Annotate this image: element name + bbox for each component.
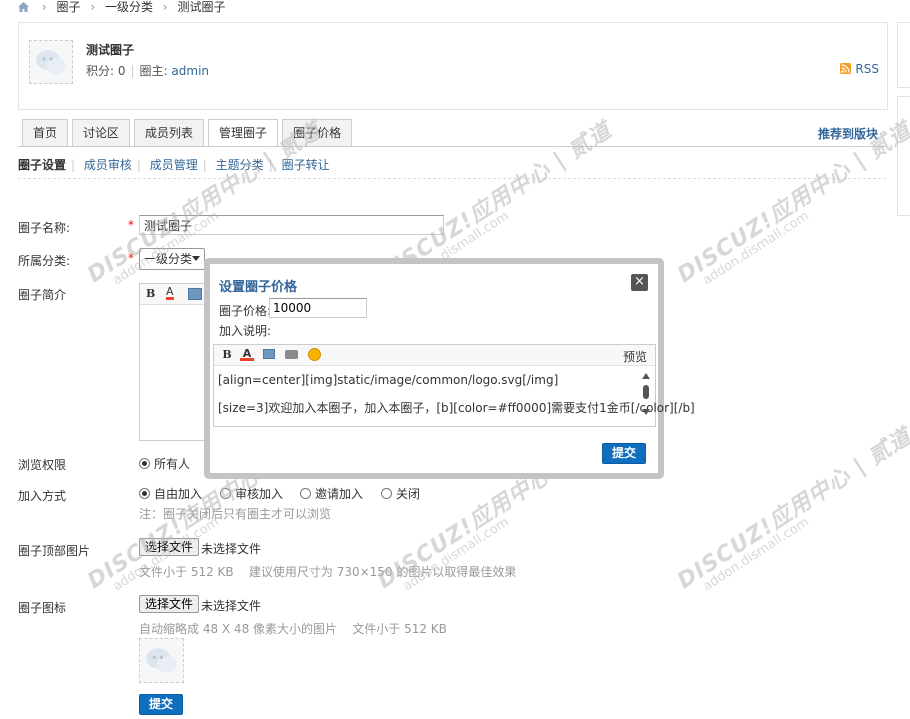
tab-discussion[interactable]: 讨论区	[72, 119, 131, 146]
desc-scrollbar[interactable]	[641, 373, 651, 415]
group-avatar	[29, 40, 73, 84]
group-header: 测试圈子 积分: 0 | 圈主: admin RSS	[18, 22, 888, 110]
icon-file-button[interactable]: 选择文件	[139, 595, 200, 613]
join-option-label: 自由加入	[154, 487, 203, 501]
close-icon[interactable]: ×	[631, 274, 648, 291]
browse-label: 浏览权限	[18, 458, 67, 472]
group-name-input[interactable]: 测试圈子	[139, 215, 444, 235]
subnav-divider	[18, 178, 886, 179]
group-icon-preview	[139, 638, 184, 683]
tab-home[interactable]: 首页	[22, 119, 69, 146]
join-label: 加入方式	[18, 489, 67, 503]
rss-icon	[840, 63, 852, 74]
price-dialog-body: 设置圈子价格 × 圈子价格: 10000 加入说明: B A 预览 [align…	[210, 264, 695, 473]
breadcrumb: › 圈子 › 一级分类 › 测试圈子	[18, 0, 225, 16]
tab-manage[interactable]: 管理圈子	[208, 119, 279, 147]
desc-editor-toolbar: B A 预览	[214, 345, 655, 366]
bold-icon[interactable]: B	[220, 348, 234, 361]
breadcrumb-item-current[interactable]: 测试圈子	[177, 0, 225, 14]
recommend-link[interactable]: 推荐到版块	[818, 125, 878, 142]
home-icon[interactable]	[18, 1, 29, 12]
smiley-icon[interactable]	[308, 348, 321, 361]
radio-icon	[300, 488, 311, 499]
manage-subnav: 圈子设置 | 成员审核 | 成员管理 | 主题分类 | 圈子转让	[18, 158, 330, 172]
category-label: 所属分类:	[18, 254, 71, 268]
scroll-up-icon[interactable]	[642, 373, 650, 379]
desc-line: [align=center][img]static/image/common/l…	[218, 373, 559, 387]
price-input[interactable]: 10000	[269, 298, 367, 318]
subnav-transfer[interactable]: 圈子转让	[282, 158, 330, 172]
watermark: DISCUZ!应用中心 | 贰道 addon.dismall.com	[673, 423, 910, 595]
breadcrumb-item-category[interactable]: 一级分类	[105, 0, 153, 14]
side-panel	[897, 22, 910, 88]
image-icon[interactable]	[188, 288, 202, 300]
image-icon[interactable]	[263, 349, 275, 359]
breadcrumb-item-groups[interactable]: 圈子	[56, 0, 80, 14]
intro-label: 圈子简介	[18, 288, 67, 302]
subnav-settings[interactable]: 圈子设置	[18, 158, 66, 172]
banner-note: 文件小于 512 KB 建议使用尺寸为 730×150 的图片以取得最佳效果	[139, 565, 517, 579]
group-owner-link[interactable]: admin	[171, 64, 209, 78]
join-option-label: 关闭	[396, 487, 421, 501]
icon-label: 圈子图标	[18, 601, 67, 615]
browse-option-all[interactable]: 所有人	[139, 455, 190, 472]
desc-editor-content[interactable]: [align=center][img]static/image/common/l…	[218, 373, 695, 429]
radio-icon	[139, 488, 150, 499]
icon-file-status: 未选择文件	[201, 599, 262, 613]
tab-price[interactable]: 圈子价格	[282, 119, 353, 146]
join-option-free[interactable]: 自由加入	[139, 485, 202, 502]
radio-icon	[139, 458, 150, 469]
join-note: 注：圈子关闭后只有圈主才可以浏览	[139, 507, 332, 521]
join-option-label: 邀请加入	[315, 487, 364, 501]
desc-editor[interactable]: B A 预览 [align=center][img]static/image/c…	[213, 344, 695, 427]
group-title: 测试圈子	[86, 43, 135, 57]
banner-file-status: 未选择文件	[201, 542, 262, 556]
side-panel	[897, 96, 910, 216]
desc-line: [size=3]欢迎加入本圈子，加入本圈子，[b][color=#ff0000]…	[218, 401, 695, 415]
group-tabs: 首页 讨论区 成员列表 管理圈子 圈子价格	[22, 119, 356, 147]
dialog-title: 设置圈子价格	[219, 280, 298, 295]
dialog-submit-button[interactable]: 提交	[601, 443, 646, 464]
rss-label: RSS	[855, 62, 879, 76]
scroll-down-icon[interactable]	[642, 409, 650, 415]
group-points: 积分: 0	[86, 64, 126, 78]
preview-button[interactable]: 预览	[623, 348, 647, 365]
form-submit-button[interactable]: 提交	[139, 694, 184, 715]
chevron-down-icon	[192, 256, 200, 261]
radio-icon	[220, 488, 231, 499]
font-color-icon[interactable]: A	[166, 286, 174, 300]
font-color-icon[interactable]: A	[240, 348, 254, 361]
required-mark: *	[128, 251, 134, 265]
price-label: 圈子价格:	[219, 304, 272, 318]
link-icon[interactable]	[285, 350, 298, 359]
join-option-review[interactable]: 审核加入	[220, 485, 283, 502]
join-option-label: 审核加入	[235, 487, 284, 501]
bold-icon[interactable]: B	[146, 287, 155, 300]
name-label: 圈子名称:	[18, 221, 71, 235]
banner-label: 圈子顶部图片	[18, 544, 91, 558]
tab-members[interactable]: 成员列表	[134, 119, 205, 146]
join-option-invite[interactable]: 邀请加入	[300, 485, 363, 502]
subnav-review[interactable]: 成员审核	[84, 158, 132, 172]
price-dialog: 设置圈子价格 × 圈子价格: 10000 加入说明: B A 预览 [align…	[204, 258, 695, 479]
tab-divider	[18, 146, 886, 147]
category-value: 一级分类	[144, 252, 193, 266]
scroll-thumb[interactable]	[643, 385, 649, 399]
icon-note: 自动缩略成 48 X 48 像素大小的图片 文件小于 512 KB	[139, 622, 447, 636]
group-owner-label: 圈主:	[139, 64, 168, 78]
radio-icon	[381, 488, 392, 499]
breadcrumb-separator: ›	[162, 0, 168, 14]
subnav-member-manage[interactable]: 成员管理	[150, 158, 198, 172]
category-select[interactable]: 一级分类	[139, 248, 205, 270]
required-mark: *	[128, 218, 134, 232]
banner-file-button[interactable]: 选择文件	[139, 538, 200, 556]
browse-option-label: 所有人	[154, 457, 191, 471]
group-meta: 积分: 0 | 圈主: admin	[86, 64, 210, 78]
breadcrumb-separator: ›	[41, 0, 47, 14]
subnav-thread-types[interactable]: 主题分类	[216, 158, 264, 172]
breadcrumb-separator: ›	[90, 0, 96, 14]
desc-label: 加入说明:	[219, 324, 272, 338]
join-option-closed[interactable]: 关闭	[381, 485, 420, 502]
rss-link[interactable]: RSS	[840, 62, 879, 76]
